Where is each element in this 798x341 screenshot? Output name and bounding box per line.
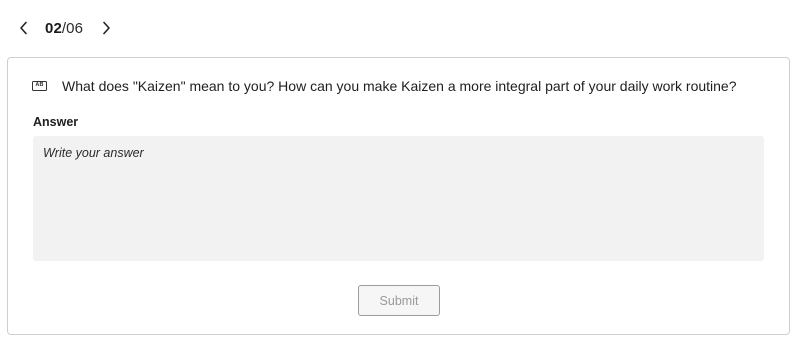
total-questions: 06 — [66, 19, 84, 37]
question-counter: 02/06 — [45, 20, 83, 37]
answer-label: Answer — [33, 115, 79, 129]
question-text: What does "Kaizen" mean to you? How can … — [62, 78, 737, 94]
qa-badge-text: AB — [35, 82, 44, 89]
prev-question-button[interactable] — [14, 15, 32, 41]
answer-input[interactable] — [33, 136, 764, 261]
chevron-right-icon — [102, 21, 110, 35]
next-question-button[interactable] — [97, 15, 115, 41]
current-question-number: 02 — [45, 19, 62, 37]
chevron-left-icon — [19, 21, 27, 35]
question-card: AB What does "Kaizen" mean to you? How c… — [7, 57, 790, 335]
question-pager: 02/06 — [14, 14, 115, 42]
qa-badge-icon: AB — [32, 81, 47, 91]
question-row: AB What does "Kaizen" mean to you? How c… — [32, 78, 769, 94]
submit-button[interactable]: Submit — [358, 285, 440, 316]
